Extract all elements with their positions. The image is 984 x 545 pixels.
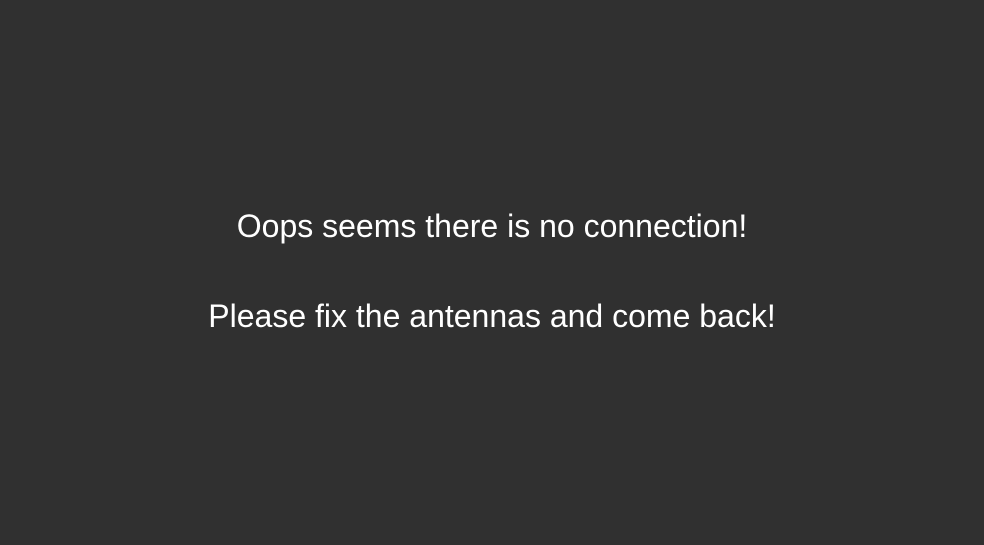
connection-instruction-text: Please fix the antennas and come back! (208, 298, 776, 334)
no-connection-message: Oops seems there is no connection! Pleas… (0, 0, 984, 545)
connection-error-text: Oops seems there is no connection! (236, 208, 748, 244)
